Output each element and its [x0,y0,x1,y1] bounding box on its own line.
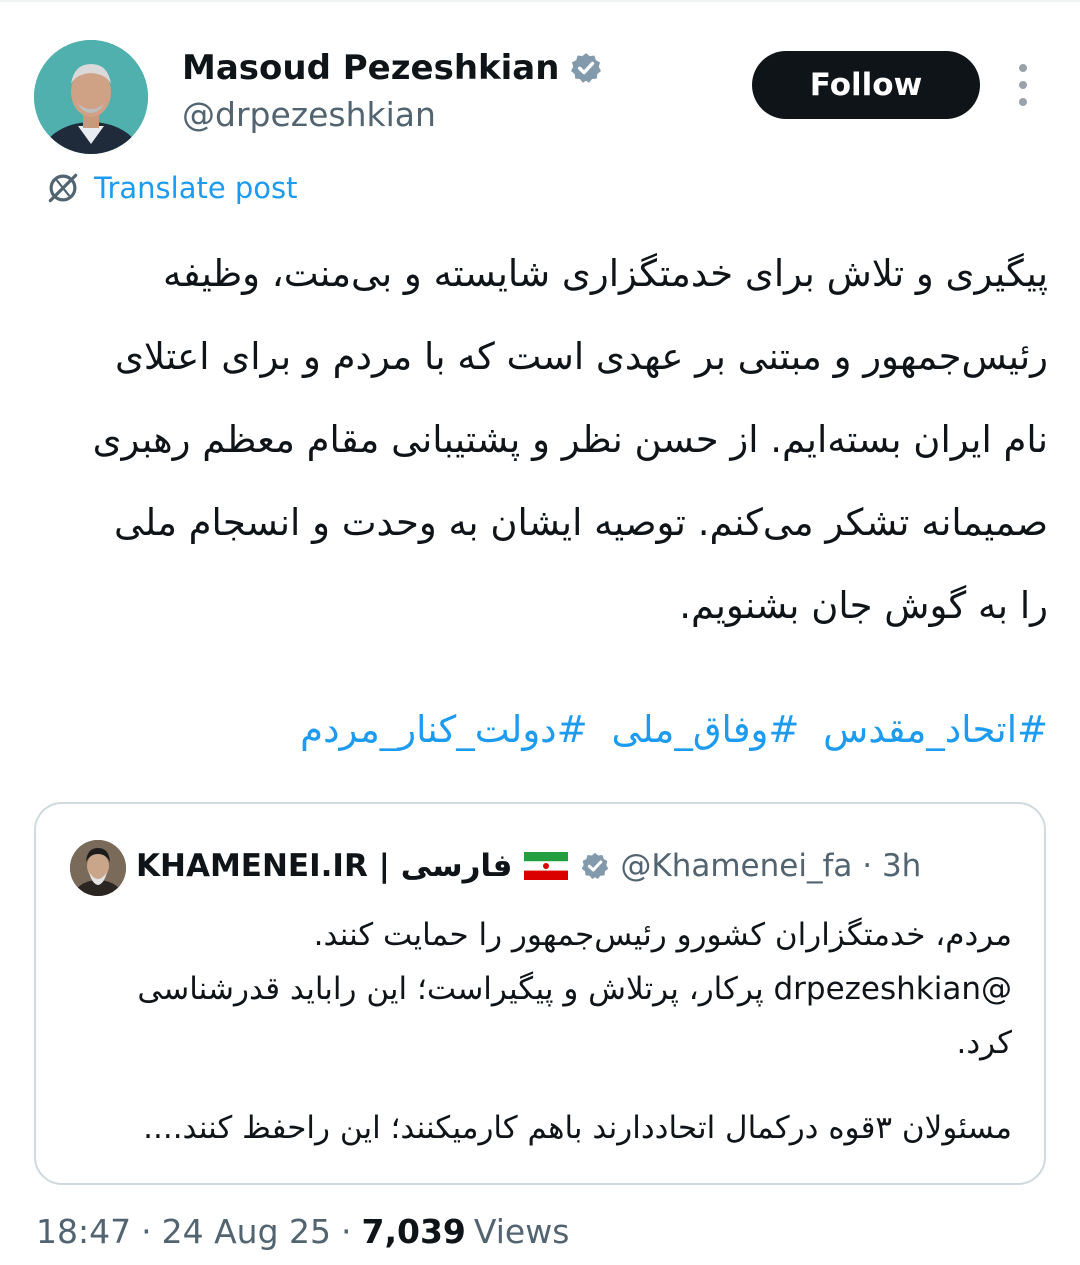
translate-label[interactable]: Translate post [94,171,298,205]
author-avatar[interactable] [34,40,148,154]
verified-badge-icon [571,53,602,83]
post-line: را به گوش جان بشنویم. [679,584,1048,627]
translate-post-link[interactable]: Translate post [44,168,298,208]
post-body: پیگیری و تلاش برای خدمتگزاری شایسته و بی… [40,232,1048,647]
hashtag-link[interactable]: #وفاق_ملی [611,708,799,751]
quoted-line: @drpezeshkian پرکار، پرتلاش و پیگیراست؛ … [137,971,1012,1007]
author-name-text[interactable]: Masoud Pezeshkian [182,48,559,88]
quoted-line: کرد. [956,1025,1012,1061]
separator-dot: · [852,848,882,884]
post-line: نام ایران بسته‌ایم. از حسن نظر و پشتیبان… [92,418,1048,461]
more-dot [1019,98,1027,106]
quoted-author-name[interactable]: KHAMENEI.IR | فارسی [136,848,512,884]
iran-flag-icon [524,852,569,880]
quoted-post-second-paragraph: مسئولان ۳قوه درکمال اتحاددارند باهم کارم… [143,1110,1012,1146]
translate-globe-icon [48,173,78,203]
post-meta: 18:47 · 24 Aug 25 · 7,039 Views [36,1212,569,1251]
more-dot [1019,81,1027,89]
quoted-author-avatar[interactable] [70,840,126,896]
hashtag-list: #اتحاد_مقدس #وفاق_ملی #دولت_کنار_مردم [40,708,1048,751]
more-dot [1019,64,1027,72]
quoted-author-handle[interactable]: @Khamenei_fa [620,848,852,884]
hashtag-link[interactable]: #دولت_کنار_مردم [300,708,588,751]
separator-dot: · [141,1212,152,1251]
follow-button[interactable]: Follow [752,51,980,119]
post-time[interactable]: 18:47 [36,1212,131,1251]
author-handle[interactable]: @drpezeshkian [182,95,436,134]
quoted-line: مردم، خدمتگزاران کشورو رئیس‌جمهور را حما… [313,917,1012,953]
quoted-post-card[interactable]: KHAMENEI.IR | فارسی @Khamenei_fa · 3h مر… [34,802,1046,1185]
post-date[interactable]: 24 Aug 25 [162,1212,331,1251]
hashtag-link[interactable]: #اتحاد_مقدس [823,708,1048,751]
post-line: صمیمانه تشکر می‌کنم. توصیه ایشان به وحدت… [113,501,1048,544]
quoted-post-header: KHAMENEI.IR | فارسی @Khamenei_fa · 3h [136,848,921,884]
views-label[interactable]: Views [474,1212,570,1251]
quoted-post-time[interactable]: 3h [882,848,921,884]
author-display-name[interactable]: Masoud Pezeshkian [182,48,603,88]
quoted-post-body: مردم، خدمتگزاران کشورو رئیس‌جمهور را حما… [96,908,1012,1070]
more-vertical-icon[interactable] [1010,64,1036,106]
verified-badge-icon [582,852,609,879]
views-count[interactable]: 7,039 [362,1212,466,1251]
post-line: رئیس‌جمهور و مبتنی بر عهدی است که با مرد… [114,335,1048,378]
separator-dot: · [341,1212,352,1251]
top-divider [0,0,1080,2]
post-line: پیگیری و تلاش برای خدمتگزاری شایسته و بی… [162,252,1048,295]
